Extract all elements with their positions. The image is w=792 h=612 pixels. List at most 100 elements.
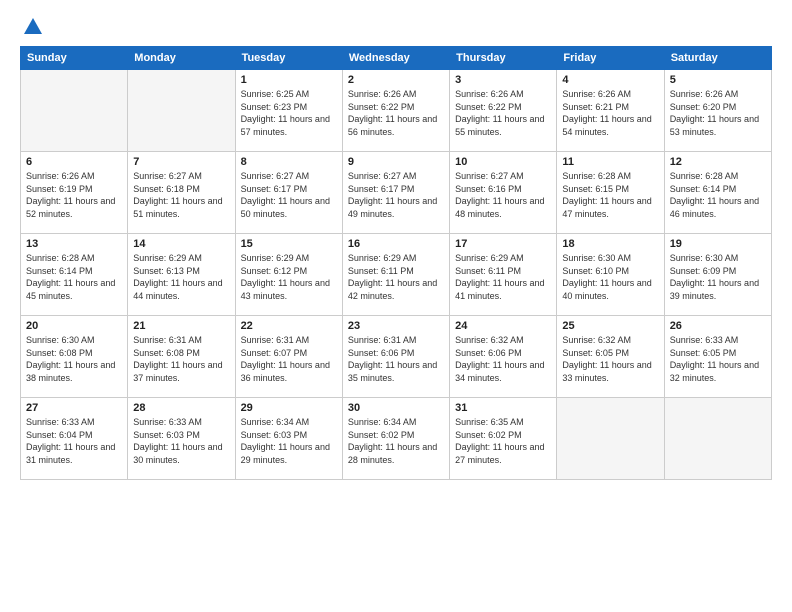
day-number: 24 — [455, 320, 551, 332]
day-number: 29 — [241, 402, 337, 414]
calendar-cell: 31Sunrise: 6:35 AM Sunset: 6:02 PM Dayli… — [450, 398, 557, 480]
day-info: Sunrise: 6:26 AM Sunset: 6:21 PM Dayligh… — [562, 88, 658, 138]
day-number: 1 — [241, 74, 337, 86]
day-info: Sunrise: 6:26 AM Sunset: 6:22 PM Dayligh… — [455, 88, 551, 138]
calendar-cell: 5 Sunrise: 6:26 AM Sunset: 6:20 PM Daylig… — [664, 70, 771, 152]
calendar-cell: 18 Sunrise: 6:30 AM Sunset: 6:10 PM Dayli… — [557, 234, 664, 316]
calendar-cell: 21 Sunrise: 6:31 AM Sunset: 6:08 PM Dayli… — [128, 316, 235, 398]
day-number: 17 — [455, 238, 551, 250]
day-info: Sunrise: 6:29 AM Sunset: 6:11 PM Dayligh… — [455, 252, 551, 302]
day-info: Sunrise: 6:30 AM Sunset: 6:08 PM Dayligh… — [26, 334, 122, 384]
calendar-cell: 7Sunrise: 6:27 AM Sunset: 6:18 PM Daylig… — [128, 152, 235, 234]
day-info: Sunrise: 6:34 AM Sunset: 6:02 PM Dayligh… — [348, 416, 444, 466]
day-info: Sunrise: 6:28 AM Sunset: 6:15 PM Dayligh… — [562, 170, 658, 220]
calendar-cell: 6 Sunrise: 6:26 AM Sunset: 6:19 PM Daylig… — [21, 152, 128, 234]
weekday-header-thursday: Thursday — [450, 47, 557, 70]
calendar-week-4: 20Sunrise: 6:30 AM Sunset: 6:08 PM Dayli… — [21, 316, 772, 398]
logo — [20, 16, 44, 38]
day-number: 8 — [241, 156, 337, 168]
weekday-header-friday: Friday — [557, 47, 664, 70]
calendar-cell — [664, 398, 771, 480]
calendar-cell: 20Sunrise: 6:30 AM Sunset: 6:08 PM Dayli… — [21, 316, 128, 398]
calendar-cell: 30 Sunrise: 6:34 AM Sunset: 6:02 PM Dayli… — [342, 398, 449, 480]
day-info: Sunrise: 6:32 AM Sunset: 6:05 PM Dayligh… — [562, 334, 658, 384]
day-number: 3 — [455, 74, 551, 86]
calendar-cell: 13 Sunrise: 6:28 AM Sunset: 6:14 PM Dayli… — [21, 234, 128, 316]
calendar-cell: 11 Sunrise: 6:28 AM Sunset: 6:15 PM Dayli… — [557, 152, 664, 234]
calendar-cell — [557, 398, 664, 480]
day-info: Sunrise: 6:30 AM Sunset: 6:10 PM Dayligh… — [562, 252, 658, 302]
day-info: Sunrise: 6:29 AM Sunset: 6:11 PM Dayligh… — [348, 252, 444, 302]
day-info: Sunrise: 6:27 AM Sunset: 6:17 PM Dayligh… — [241, 170, 337, 220]
day-number: 21 — [133, 320, 229, 332]
day-number: 15 — [241, 238, 337, 250]
day-number: 4 — [562, 74, 658, 86]
calendar-table: SundayMondayTuesdayWednesdayThursdayFrid… — [20, 46, 772, 480]
day-number: 9 — [348, 156, 444, 168]
day-info: Sunrise: 6:25 AM Sunset: 6:23 PM Dayligh… — [241, 88, 337, 138]
weekday-header-saturday: Saturday — [664, 47, 771, 70]
calendar-cell: 16 Sunrise: 6:29 AM Sunset: 6:11 PM Dayli… — [342, 234, 449, 316]
day-number: 10 — [455, 156, 551, 168]
calendar-cell: 1 Sunrise: 6:25 AM Sunset: 6:23 PM Daylig… — [235, 70, 342, 152]
day-info: Sunrise: 6:33 AM Sunset: 6:05 PM Dayligh… — [670, 334, 766, 384]
calendar-cell: 17 Sunrise: 6:29 AM Sunset: 6:11 PM Dayli… — [450, 234, 557, 316]
logo-icon — [22, 16, 44, 38]
day-info: Sunrise: 6:26 AM Sunset: 6:19 PM Dayligh… — [26, 170, 122, 220]
calendar-cell: 22Sunrise: 6:31 AM Sunset: 6:07 PM Dayli… — [235, 316, 342, 398]
day-info: Sunrise: 6:35 AM Sunset: 6:02 PM Dayligh… — [455, 416, 551, 466]
day-info: Sunrise: 6:34 AM Sunset: 6:03 PM Dayligh… — [241, 416, 337, 466]
calendar-cell — [128, 70, 235, 152]
day-info: Sunrise: 6:33 AM Sunset: 6:04 PM Dayligh… — [26, 416, 122, 466]
day-info: Sunrise: 6:31 AM Sunset: 6:08 PM Dayligh… — [133, 334, 229, 384]
day-info: Sunrise: 6:33 AM Sunset: 6:03 PM Dayligh… — [133, 416, 229, 466]
day-number: 11 — [562, 156, 658, 168]
calendar-cell: 2Sunrise: 6:26 AM Sunset: 6:22 PM Daylig… — [342, 70, 449, 152]
day-info: Sunrise: 6:29 AM Sunset: 6:12 PM Dayligh… — [241, 252, 337, 302]
day-info: Sunrise: 6:26 AM Sunset: 6:20 PM Dayligh… — [670, 88, 766, 138]
day-number: 7 — [133, 156, 229, 168]
day-number: 25 — [562, 320, 658, 332]
calendar-week-1: 1 Sunrise: 6:25 AM Sunset: 6:23 PM Daylig… — [21, 70, 772, 152]
day-info: Sunrise: 6:28 AM Sunset: 6:14 PM Dayligh… — [670, 170, 766, 220]
calendar-cell: 10 Sunrise: 6:27 AM Sunset: 6:16 PM Dayli… — [450, 152, 557, 234]
day-info: Sunrise: 6:27 AM Sunset: 6:17 PM Dayligh… — [348, 170, 444, 220]
calendar-cell: 8 Sunrise: 6:27 AM Sunset: 6:17 PM Daylig… — [235, 152, 342, 234]
day-info: Sunrise: 6:31 AM Sunset: 6:07 PM Dayligh… — [241, 334, 337, 384]
calendar-week-5: 27 Sunrise: 6:33 AM Sunset: 6:04 PM Dayli… — [21, 398, 772, 480]
day-number: 18 — [562, 238, 658, 250]
calendar-week-3: 13 Sunrise: 6:28 AM Sunset: 6:14 PM Dayli… — [21, 234, 772, 316]
day-number: 23 — [348, 320, 444, 332]
calendar-cell: 24 Sunrise: 6:32 AM Sunset: 6:06 PM Dayli… — [450, 316, 557, 398]
calendar-cell: 25 Sunrise: 6:32 AM Sunset: 6:05 PM Dayli… — [557, 316, 664, 398]
day-number: 2 — [348, 74, 444, 86]
calendar-cell: 3 Sunrise: 6:26 AM Sunset: 6:22 PM Daylig… — [450, 70, 557, 152]
day-number: 26 — [670, 320, 766, 332]
day-number: 13 — [26, 238, 122, 250]
day-number: 6 — [26, 156, 122, 168]
weekday-header-wednesday: Wednesday — [342, 47, 449, 70]
day-number: 16 — [348, 238, 444, 250]
calendar-cell: 28Sunrise: 6:33 AM Sunset: 6:03 PM Dayli… — [128, 398, 235, 480]
day-info: Sunrise: 6:31 AM Sunset: 6:06 PM Dayligh… — [348, 334, 444, 384]
calendar-cell: 23 Sunrise: 6:31 AM Sunset: 6:06 PM Dayli… — [342, 316, 449, 398]
calendar-cell: 15 Sunrise: 6:29 AM Sunset: 6:12 PM Dayli… — [235, 234, 342, 316]
day-number: 27 — [26, 402, 122, 414]
calendar-cell: 19 Sunrise: 6:30 AM Sunset: 6:09 PM Dayli… — [664, 234, 771, 316]
day-number: 19 — [670, 238, 766, 250]
day-number: 5 — [670, 74, 766, 86]
day-number: 14 — [133, 238, 229, 250]
calendar-cell: 14 Sunrise: 6:29 AM Sunset: 6:13 PM Dayli… — [128, 234, 235, 316]
day-info: Sunrise: 6:28 AM Sunset: 6:14 PM Dayligh… — [26, 252, 122, 302]
header — [20, 16, 772, 38]
day-info: Sunrise: 6:30 AM Sunset: 6:09 PM Dayligh… — [670, 252, 766, 302]
day-number: 30 — [348, 402, 444, 414]
calendar-cell: 12Sunrise: 6:28 AM Sunset: 6:14 PM Dayli… — [664, 152, 771, 234]
calendar-cell: 26 Sunrise: 6:33 AM Sunset: 6:05 PM Dayli… — [664, 316, 771, 398]
day-info: Sunrise: 6:27 AM Sunset: 6:16 PM Dayligh… — [455, 170, 551, 220]
page: SundayMondayTuesdayWednesdayThursdayFrid… — [0, 0, 792, 612]
day-info: Sunrise: 6:29 AM Sunset: 6:13 PM Dayligh… — [133, 252, 229, 302]
weekday-header-monday: Monday — [128, 47, 235, 70]
weekday-header-row: SundayMondayTuesdayWednesdayThursdayFrid… — [21, 47, 772, 70]
day-info: Sunrise: 6:32 AM Sunset: 6:06 PM Dayligh… — [455, 334, 551, 384]
